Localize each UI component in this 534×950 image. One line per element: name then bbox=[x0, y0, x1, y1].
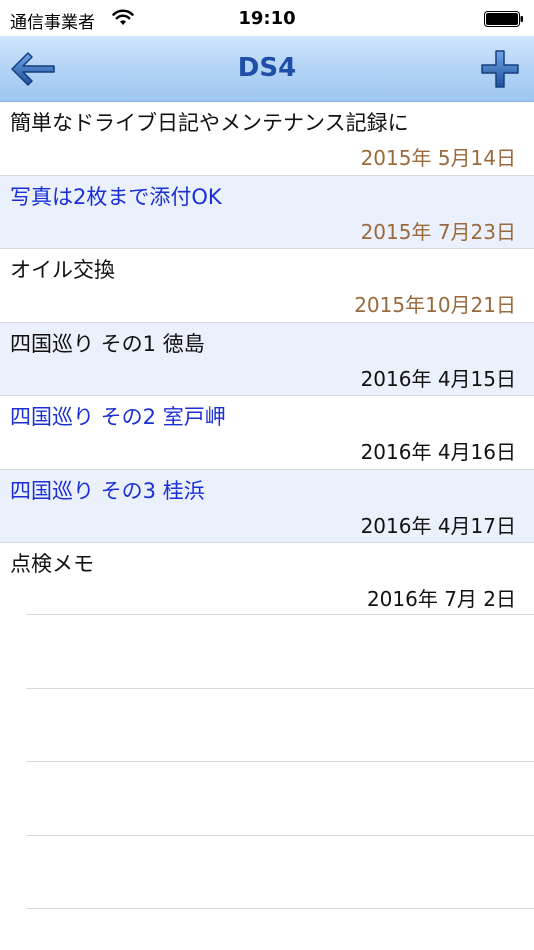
entry-title: 点検メモ bbox=[10, 552, 94, 576]
status-bar: 通信事業者 19:10 bbox=[0, 0, 534, 36]
page-title: DS4 bbox=[237, 53, 297, 83]
entry-date: 2016年 4月16日 bbox=[360, 440, 516, 464]
empty-rows bbox=[0, 614, 534, 909]
back-button[interactable] bbox=[10, 50, 56, 88]
entry-date: 2016年 7月 2日 bbox=[366, 587, 516, 611]
entry-list: 簡単なドライブ日記やメンテナンス記録に 2015年 5月14日 写真は2枚まで添… bbox=[0, 102, 534, 617]
list-item[interactable]: 写真は2枚まで添付OK 2015年 7月23日 bbox=[0, 175, 534, 249]
entry-title: オイル交換 bbox=[10, 258, 115, 282]
entry-date: 2015年 7月23日 bbox=[360, 219, 516, 244]
entry-date: 2015年 5月14日 bbox=[360, 146, 516, 170]
entry-date: 2016年 4月15日 bbox=[360, 366, 516, 391]
list-item[interactable]: 点検メモ 2016年 7月 2日 bbox=[0, 543, 534, 617]
list-item[interactable]: 四国巡り その2 室戸岬 2016年 4月16日 bbox=[0, 396, 534, 470]
entry-date: 2016年 4月17日 bbox=[360, 513, 516, 538]
empty-row-separator bbox=[26, 615, 534, 689]
empty-row-separator bbox=[26, 836, 534, 909]
status-time: 19:10 bbox=[238, 8, 296, 29]
entry-title: 四国巡り その1 徳島 bbox=[10, 331, 205, 356]
empty-row-separator bbox=[26, 689, 534, 762]
entry-title: 写真は2枚まで添付OK bbox=[10, 184, 222, 209]
add-button[interactable] bbox=[480, 49, 520, 89]
arrow-left-icon bbox=[11, 52, 55, 86]
battery-icon bbox=[484, 11, 523, 27]
empty-row-separator bbox=[26, 762, 534, 836]
list-item[interactable]: 四国巡り その1 徳島 2016年 4月15日 bbox=[0, 322, 534, 396]
plus-icon bbox=[481, 50, 519, 88]
list-item[interactable]: 簡単なドライブ日記やメンテナンス記録に 2015年 5月14日 bbox=[0, 102, 534, 176]
entry-date: 2015年10月21日 bbox=[354, 293, 516, 317]
list-item[interactable]: 四国巡り その3 桂浜 2016年 4月17日 bbox=[0, 469, 534, 543]
list-item[interactable]: オイル交換 2015年10月21日 bbox=[0, 249, 534, 323]
entry-title: 四国巡り その3 桂浜 bbox=[10, 478, 205, 503]
entry-title: 簡単なドライブ日記やメンテナンス記録に bbox=[10, 111, 409, 135]
entry-title: 四国巡り その2 室戸岬 bbox=[10, 405, 226, 429]
navigation-bar: DS4 bbox=[0, 36, 534, 102]
